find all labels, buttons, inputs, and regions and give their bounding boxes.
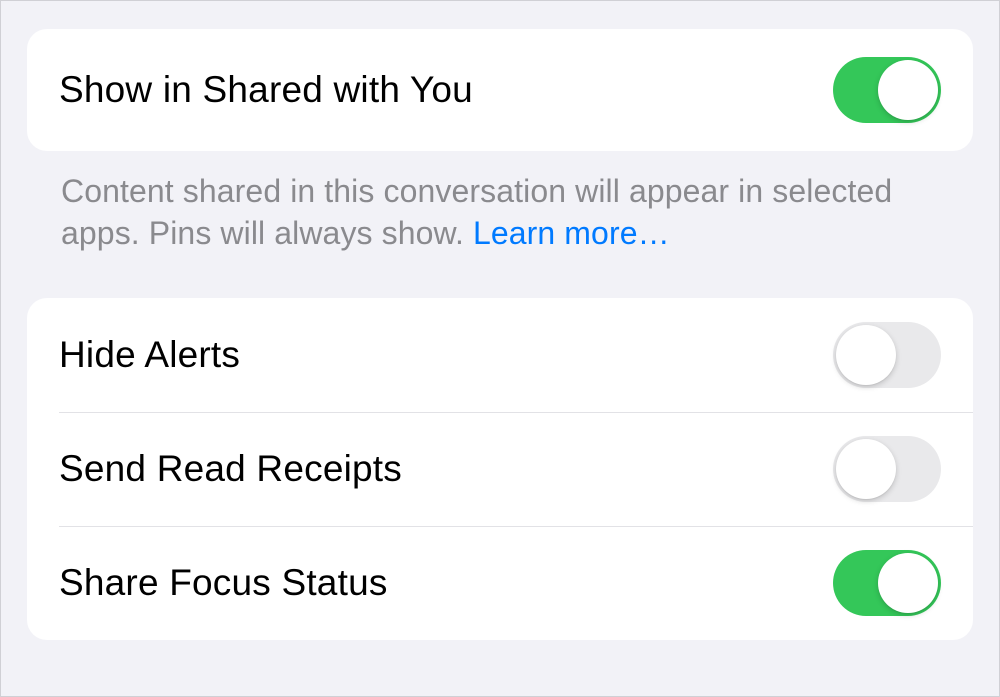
settings-group-shared: Show in Shared with You [27,29,973,151]
settings-group-notifications: Hide Alerts Send Read Receipts Share Foc… [27,298,973,640]
learn-more-link[interactable]: Learn more… [473,215,670,251]
toggle-knob [836,325,896,385]
section-footer-text: Content shared in this conversation will… [27,151,973,298]
row-send-read-receipts: Send Read Receipts [27,412,973,526]
toggle-send-read-receipts[interactable] [833,436,941,502]
toggle-knob [878,553,938,613]
row-label: Show in Shared with You [59,69,473,111]
toggle-knob [878,60,938,120]
row-label: Share Focus Status [59,562,388,604]
toggle-knob [836,439,896,499]
row-share-focus-status: Share Focus Status [27,526,973,640]
row-label: Send Read Receipts [59,448,402,490]
toggle-share-focus-status[interactable] [833,550,941,616]
row-show-in-shared-with-you: Show in Shared with You [27,29,973,151]
row-label: Hide Alerts [59,334,240,376]
row-hide-alerts: Hide Alerts [27,298,973,412]
toggle-show-in-shared-with-you[interactable] [833,57,941,123]
toggle-hide-alerts[interactable] [833,322,941,388]
